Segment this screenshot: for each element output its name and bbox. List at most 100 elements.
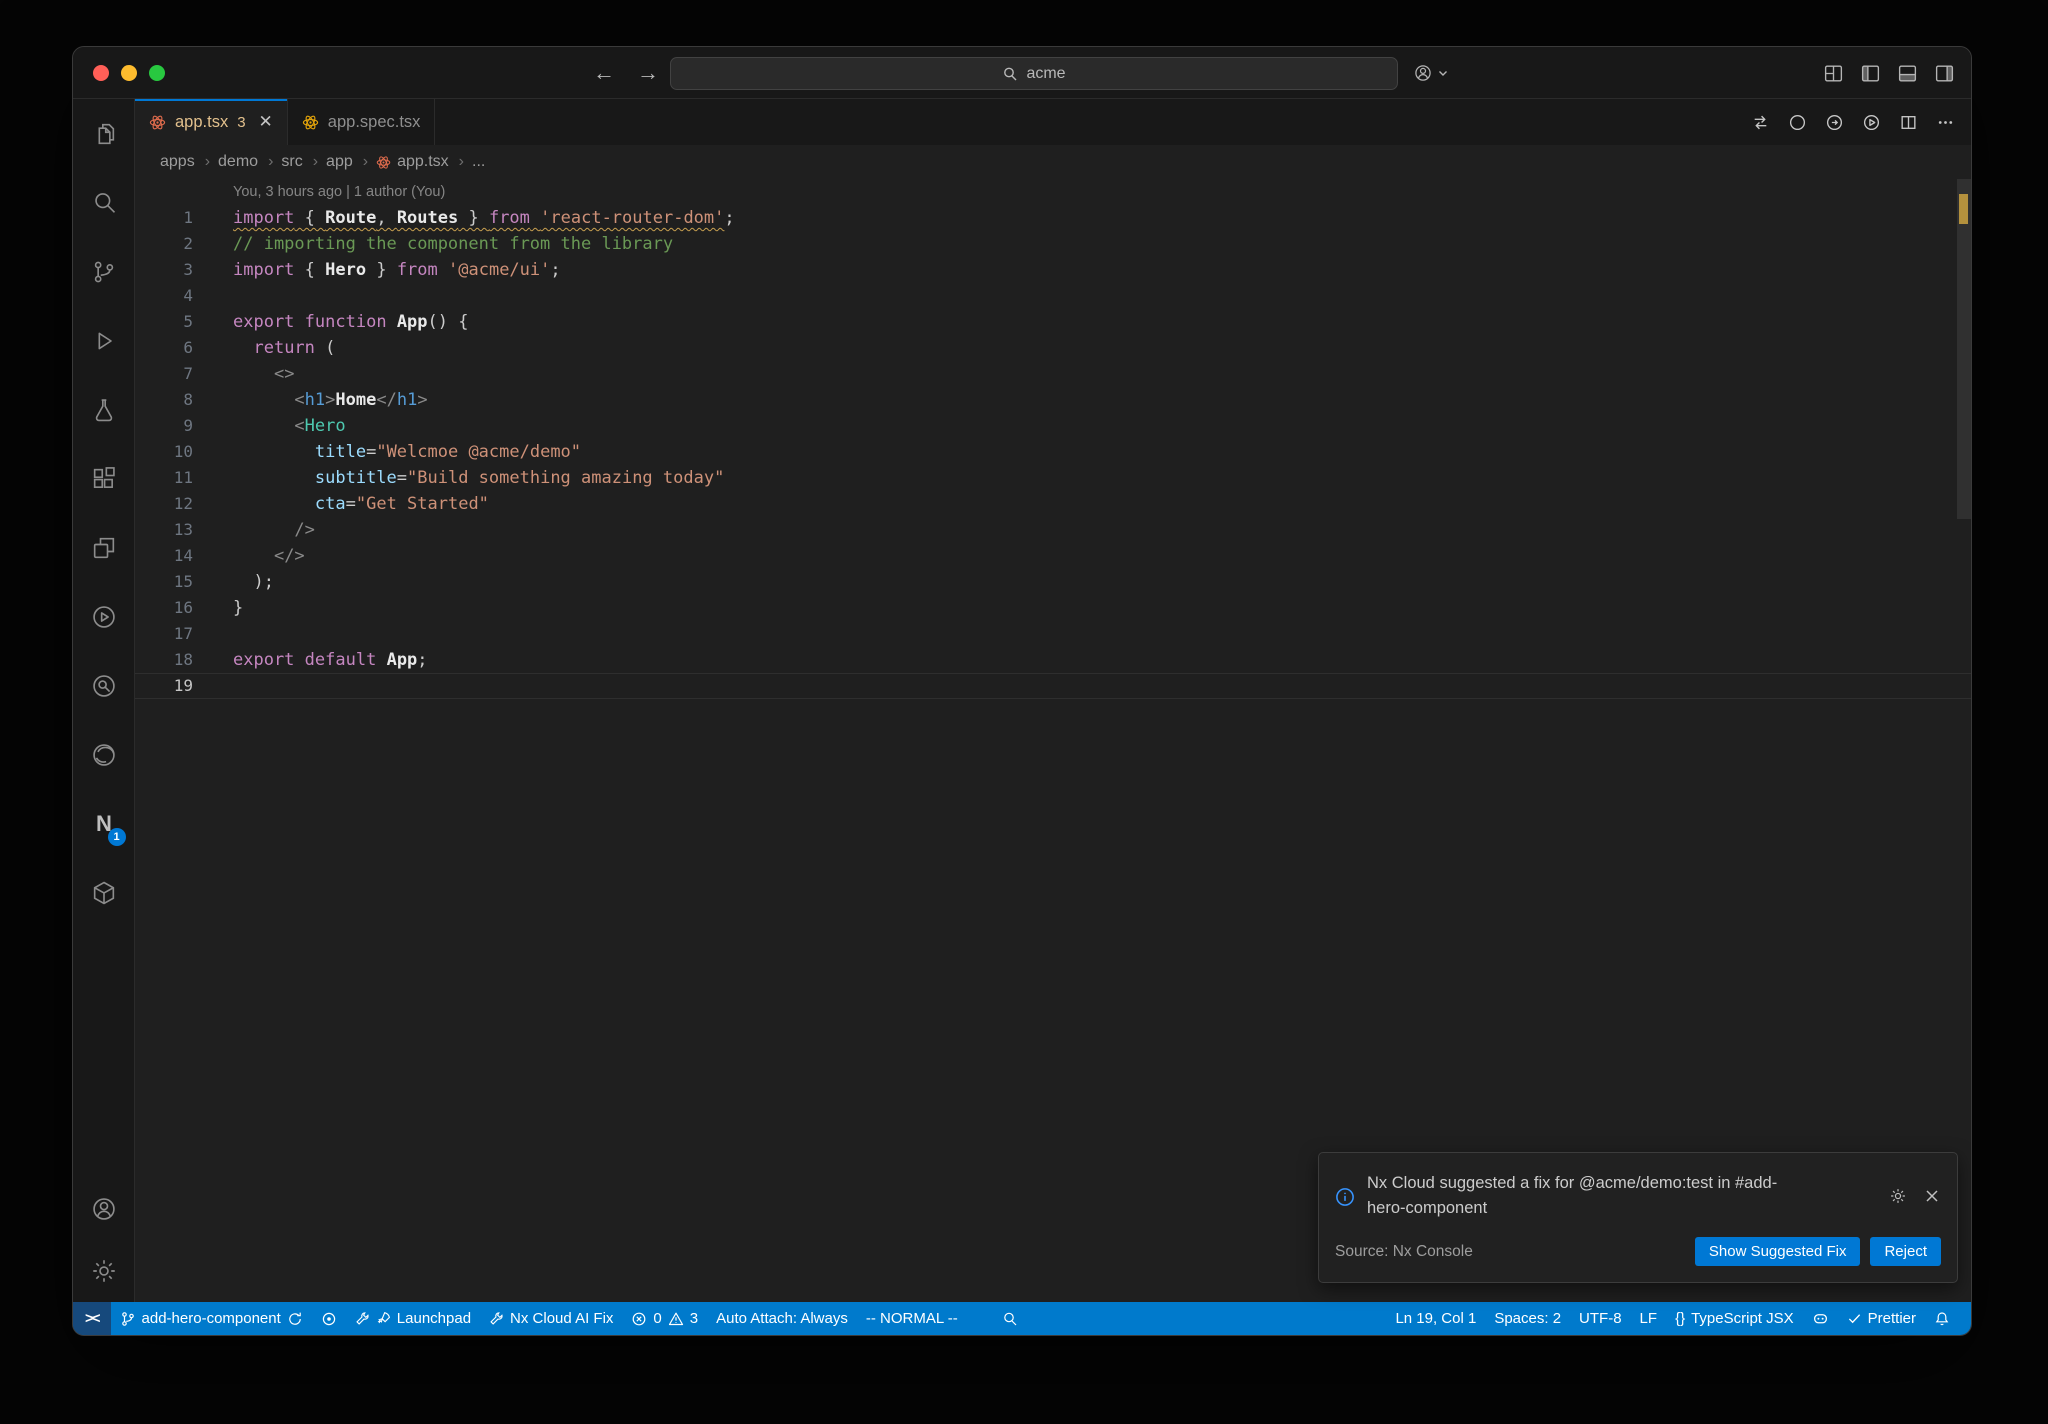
notification-close-icon[interactable] — [1923, 1171, 1941, 1221]
line-number[interactable]: 13 — [135, 517, 193, 543]
line-col-indicator[interactable]: Ln 19, Col 1 — [1386, 1302, 1485, 1335]
vim-mode-indicator[interactable]: -- NORMAL -- — [857, 1302, 967, 1335]
code-line[interactable]: 13 /> — [135, 517, 1971, 543]
split-editor-icon[interactable] — [1899, 113, 1918, 132]
tab-app-tsx[interactable]: app.tsx 3 ✕ — [135, 99, 288, 145]
line-number[interactable]: 6 — [135, 335, 193, 361]
code-line[interactable]: 18 export default App; — [135, 647, 1971, 673]
show-suggested-fix-button[interactable]: Show Suggested Fix — [1694, 1237, 1861, 1266]
package-explorer-icon[interactable] — [73, 858, 135, 927]
remote-indicator[interactable]: >< — [73, 1302, 111, 1335]
code-line[interactable]: 19 — [135, 673, 1971, 699]
line-number[interactable]: 8 — [135, 387, 193, 413]
command-center-search[interactable]: acme — [670, 57, 1398, 90]
remote-explorer-icon[interactable] — [73, 513, 135, 582]
run-file-icon[interactable] — [1862, 113, 1881, 132]
source-control-icon[interactable] — [73, 237, 135, 306]
run-target-icon[interactable] — [73, 582, 135, 651]
line-number[interactable]: 9 — [135, 413, 193, 439]
close-window-button[interactable] — [93, 65, 109, 81]
launchpad-button[interactable]: Launchpad — [346, 1302, 480, 1335]
screencast-magnifier-icon[interactable] — [993, 1302, 1027, 1335]
nx-console-icon[interactable]: N 1 — [73, 789, 135, 858]
breadcrumb-item-demo[interactable]: demo — [218, 153, 277, 171]
previous-change-icon[interactable] — [1788, 113, 1807, 132]
line-number[interactable]: 2 — [135, 231, 193, 257]
customize-layout-icon[interactable] — [1823, 63, 1844, 84]
line-number[interactable]: 16 — [135, 595, 193, 621]
language-mode-indicator[interactable]: {} TypeScript JSX — [1666, 1302, 1803, 1335]
code-line[interactable]: 2 // importing the component from the lib… — [135, 231, 1971, 257]
breadcrumb-item-symbol[interactable]: ... — [472, 153, 485, 171]
indentation-indicator[interactable]: Spaces: 2 — [1485, 1302, 1570, 1335]
code-line[interactable]: 1 import { Route, Routes } from 'react-ro… — [135, 205, 1971, 231]
minimize-window-button[interactable] — [121, 65, 137, 81]
line-number[interactable]: 1 — [135, 205, 193, 231]
line-number[interactable]: 18 — [135, 647, 193, 673]
extensions-icon[interactable] — [73, 444, 135, 513]
branch-indicator[interactable]: add-hero-component — [111, 1302, 312, 1335]
accounts-icon[interactable] — [73, 1178, 135, 1240]
breadcrumb-item-src[interactable]: src — [281, 153, 322, 171]
line-number[interactable]: 15 — [135, 569, 193, 595]
navigate-forward-button[interactable]: → — [637, 60, 659, 86]
code-line[interactable]: 12 cta="Get Started" — [135, 491, 1971, 517]
code-line[interactable]: 16} — [135, 595, 1971, 621]
line-number[interactable]: 10 — [135, 439, 193, 465]
gitlens-target-icon[interactable] — [312, 1302, 346, 1335]
line-number[interactable]: 11 — [135, 465, 193, 491]
line-number[interactable]: 14 — [135, 543, 193, 569]
testing-icon[interactable] — [73, 375, 135, 444]
toggle-panel-icon[interactable] — [1897, 63, 1918, 84]
code-line[interactable]: 10 title="Welcmoe @acme/demo" — [135, 439, 1971, 465]
breadcrumb-item-app[interactable]: app — [326, 153, 372, 171]
account-menu[interactable] — [1413, 47, 1449, 99]
line-number[interactable]: 5 — [135, 309, 193, 335]
code-line[interactable]: 9 <Hero — [135, 413, 1971, 439]
line-number[interactable]: 19 — [135, 673, 193, 699]
more-actions-icon[interactable] — [1936, 113, 1955, 132]
navigate-back-button[interactable]: ← — [593, 60, 615, 86]
code-line[interactable]: 17 — [135, 621, 1971, 647]
line-number[interactable]: 4 — [135, 283, 193, 309]
toggle-primary-sidebar-icon[interactable] — [1860, 63, 1881, 84]
code-line[interactable]: 4 — [135, 283, 1971, 309]
problems-indicator[interactable]: 0 3 — [622, 1302, 707, 1335]
code-line[interactable]: 6 return ( — [135, 335, 1971, 361]
run-debug-icon[interactable] — [73, 306, 135, 375]
code-line[interactable]: 11 subtitle="Build something amazing tod… — [135, 465, 1971, 491]
code-line[interactable]: 5 export function App() { — [135, 309, 1971, 335]
copilot-icon[interactable] — [1803, 1302, 1838, 1335]
code-line[interactable]: 3 import { Hero } from '@acme/ui'; — [135, 257, 1971, 283]
reject-button[interactable]: Reject — [1870, 1237, 1941, 1266]
next-change-icon[interactable] — [1825, 113, 1844, 132]
nx-cloud-fix-button[interactable]: Nx Cloud AI Fix — [480, 1302, 622, 1335]
line-number[interactable]: 12 — [135, 491, 193, 517]
code-line[interactable]: 15 ); — [135, 569, 1971, 595]
line-number[interactable]: 17 — [135, 621, 193, 647]
breadcrumb-item-file[interactable]: app.tsx — [376, 153, 468, 171]
formatter-indicator[interactable]: Prettier — [1838, 1302, 1925, 1335]
code-line[interactable]: 8 <h1>Home</h1> — [135, 387, 1971, 413]
vertical-scrollbar[interactable] — [1957, 179, 1971, 519]
tab-app-spec-tsx[interactable]: app.spec.tsx — [288, 99, 436, 145]
explorer-icon[interactable] — [73, 99, 135, 168]
auto-attach-indicator[interactable]: Auto Attach: Always — [707, 1302, 857, 1335]
edge-devtools-icon[interactable] — [73, 720, 135, 789]
settings-gear-icon[interactable] — [73, 1240, 135, 1302]
open-changes-icon[interactable] — [1751, 113, 1770, 132]
code-inspect-icon[interactable] — [73, 651, 135, 720]
code-line[interactable]: 14 </> — [135, 543, 1971, 569]
gitlens-codelens[interactable]: You, 3 hours ago | 1 author (You) — [233, 179, 1971, 205]
zoom-window-button[interactable] — [149, 65, 165, 81]
notifications-bell-icon[interactable] — [1925, 1302, 1959, 1335]
tab-close-icon[interactable]: ✕ — [259, 112, 273, 132]
line-number[interactable]: 7 — [135, 361, 193, 387]
code-editor[interactable]: You, 3 hours ago | 1 author (You) 1 impor… — [135, 179, 1971, 1302]
code-line[interactable]: 7 <> — [135, 361, 1971, 387]
search-sidebar-icon[interactable] — [73, 168, 135, 237]
eol-indicator[interactable]: LF — [1631, 1302, 1667, 1335]
toggle-secondary-sidebar-icon[interactable] — [1934, 63, 1955, 84]
line-number[interactable]: 3 — [135, 257, 193, 283]
breadcrumb-item-apps[interactable]: apps — [160, 153, 214, 171]
